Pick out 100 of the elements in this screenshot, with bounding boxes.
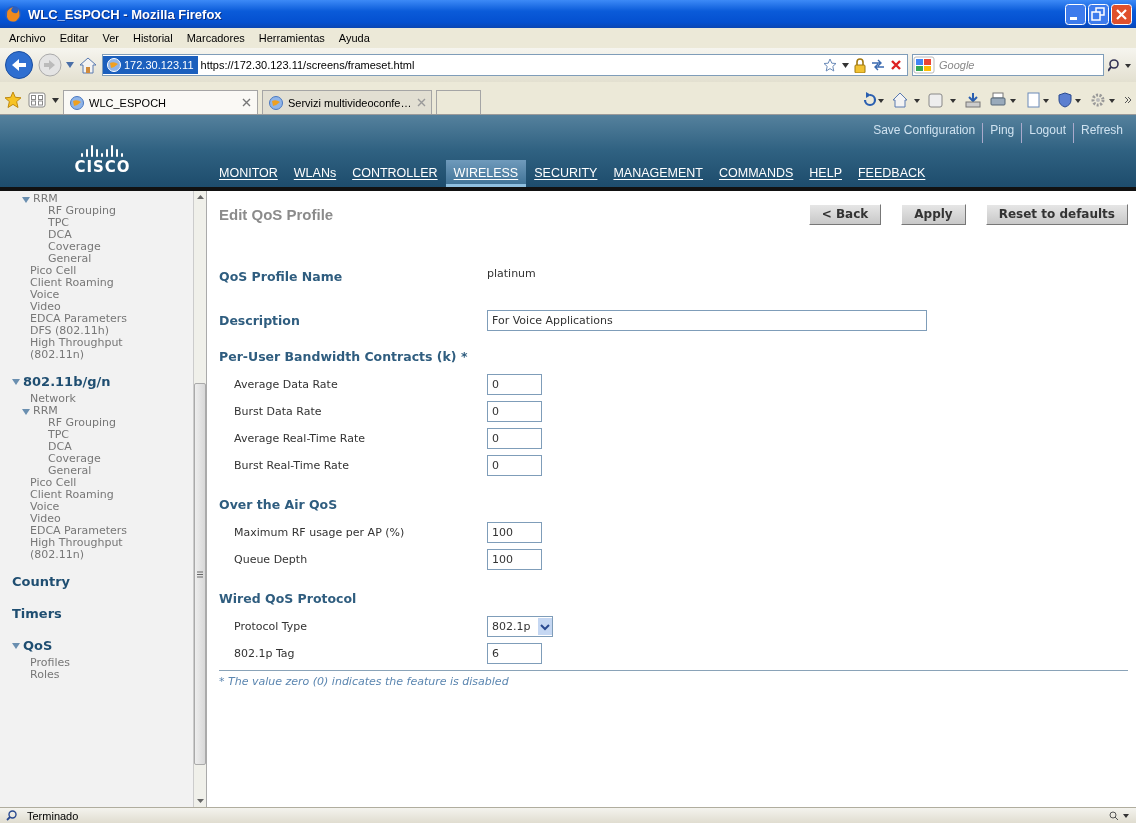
- section-heading: Over the Air QoS: [219, 496, 339, 514]
- input-field[interactable]: 6: [487, 643, 542, 664]
- sidebar-item[interactable]: Pico Cell: [30, 477, 77, 489]
- sidebar-section[interactable]: 802.11b/g/n: [23, 374, 111, 390]
- input-field[interactable]: 0: [487, 401, 542, 422]
- input-field[interactable]: 0: [487, 455, 542, 476]
- sidebar-item[interactable]: TPC: [48, 429, 70, 441]
- stop-icon[interactable]: [890, 59, 902, 71]
- sidebar-item[interactable]: Client Roaming: [30, 277, 114, 289]
- sidebar-item[interactable]: Profiles: [30, 657, 70, 669]
- maximize-icon[interactable]: [1088, 3, 1109, 25]
- expanded-arrow-icon[interactable]: [12, 642, 20, 650]
- menu-item[interactable]: Historial: [127, 31, 178, 45]
- search-field[interactable]: Google: [912, 54, 1104, 76]
- cisco-bars-icon: [79, 144, 126, 158]
- header-link[interactable]: Refresh: [1072, 123, 1130, 143]
- input-field[interactable]: 100: [487, 522, 542, 543]
- minimize-icon[interactable]: [1065, 3, 1086, 25]
- caret-icon[interactable]: [842, 62, 849, 68]
- sidebar-item[interactable]: High Throughput (802.11n): [30, 537, 155, 561]
- site-identity[interactable]: 172.30.123.11: [103, 56, 198, 74]
- nav-tab[interactable]: FEEDBACK: [850, 160, 934, 187]
- arrows-icon[interactable]: [871, 59, 885, 71]
- sidebar-item[interactable]: Pico Cell: [30, 265, 77, 277]
- scroll-up-icon[interactable]: [196, 195, 204, 199]
- sidebar-item[interactable]: RF Grouping: [48, 205, 116, 217]
- browser-tab[interactable]: WLC_ESPOCH: [63, 90, 258, 114]
- gear-icon[interactable]: [1090, 92, 1116, 108]
- nav-tab[interactable]: SECURITY: [526, 160, 606, 187]
- header-link[interactable]: Save Configuration: [866, 123, 983, 143]
- header-link[interactable]: Ping: [982, 123, 1022, 143]
- sidebar-section[interactable]: Country: [12, 574, 71, 590]
- close-icon[interactable]: [242, 98, 251, 107]
- print-icon[interactable]: [990, 92, 1018, 108]
- page-button[interactable]: < Back: [808, 203, 882, 225]
- sidebar-item[interactable]: DCA: [48, 441, 72, 453]
- back-icon[interactable]: [4, 50, 34, 80]
- sidebar-item[interactable]: Network: [30, 393, 76, 405]
- page-button[interactable]: Reset to defaults: [985, 203, 1128, 225]
- sidebar-item[interactable]: DFS (802.11h): [30, 325, 110, 337]
- overflow-icon[interactable]: [1124, 96, 1132, 104]
- menu-item[interactable]: Ver: [97, 31, 124, 45]
- sidebar-item[interactable]: Client Roaming: [30, 489, 114, 501]
- sidebar-item[interactable]: Video: [30, 301, 61, 313]
- input-field[interactable]: 0: [487, 428, 542, 449]
- caret-icon[interactable]: [52, 97, 59, 103]
- nav-tab[interactable]: CONTROLLER: [344, 160, 446, 187]
- menu-item[interactable]: Marcadores: [181, 31, 250, 45]
- nav-tab[interactable]: WLANs: [285, 160, 345, 187]
- sidebar-section[interactable]: Timers: [12, 606, 62, 622]
- expanded-arrow-icon[interactable]: [22, 196, 30, 204]
- protocol-dropdown[interactable]: 802.1p: [487, 616, 553, 637]
- nav-tab[interactable]: HELP: [801, 160, 850, 187]
- sidebar-item[interactable]: EDCA Parameters: [30, 525, 128, 537]
- page-icon[interactable]: [1026, 92, 1050, 108]
- nav-tab[interactable]: WIRELESS: [445, 160, 527, 187]
- status-icon[interactable]: [1108, 810, 1130, 821]
- header-link[interactable]: Logout: [1021, 123, 1073, 143]
- browser-tab[interactable]: Servizi multivideoconfe…: [262, 90, 432, 114]
- sidebar-item[interactable]: Roles: [30, 669, 60, 681]
- sidebar-item[interactable]: RRM: [33, 193, 58, 205]
- sidebar-item[interactable]: RRM: [33, 405, 58, 417]
- menu-item[interactable]: Archivo: [4, 31, 51, 45]
- reload-icon[interactable]: [862, 92, 884, 108]
- expanded-arrow-icon[interactable]: [12, 378, 20, 386]
- input-field[interactable]: 0: [487, 374, 542, 395]
- expanded-arrow-icon[interactable]: [22, 408, 30, 416]
- sidebar-section[interactable]: QoS: [23, 638, 53, 654]
- nav-tab[interactable]: COMMANDS: [711, 160, 802, 187]
- star-icon[interactable]: [823, 58, 837, 72]
- sidebar-item[interactable]: Coverage: [48, 241, 101, 253]
- sidebar-item[interactable]: Voice: [30, 289, 60, 301]
- input-field[interactable]: 100: [487, 549, 542, 570]
- shield-icon[interactable]: [1058, 92, 1082, 108]
- page-button[interactable]: Apply: [901, 203, 966, 225]
- sidebar-item[interactable]: Voice: [30, 501, 60, 513]
- menu-item[interactable]: Editar: [54, 31, 94, 45]
- scroll-down-icon[interactable]: [196, 799, 204, 803]
- description-field[interactable]: For Voice Applications: [487, 309, 927, 331]
- search-icon[interactable]: [1108, 58, 1132, 72]
- field-label: Burst Data Rate: [233, 405, 323, 418]
- bookmark-star-icon[interactable]: [4, 91, 22, 109]
- identity-text: 172.30.123.11: [124, 59, 194, 71]
- home-icon[interactable]: [892, 92, 920, 108]
- grid-icon[interactable]: [28, 92, 46, 108]
- scrollbar[interactable]: [193, 191, 207, 807]
- sidebar-item[interactable]: RF Grouping: [48, 417, 116, 429]
- sidebar-item[interactable]: Coverage: [48, 453, 101, 465]
- nav-tab[interactable]: MONITOR: [211, 160, 286, 187]
- sidebar-item[interactable]: DCA: [48, 229, 72, 241]
- sidebar-item[interactable]: General: [48, 253, 92, 265]
- address-field[interactable]: 172.30.123.11 https://172.30.123.11/screens/frameset.html: [102, 54, 908, 76]
- nav-tab[interactable]: MANAGEMENT: [605, 160, 711, 187]
- sidebar-item[interactable]: Video: [30, 513, 61, 525]
- sidebar-item[interactable]: High Throughput (802.11n): [30, 337, 155, 361]
- sidebar-item[interactable]: TPC: [48, 217, 70, 229]
- sidebar-item[interactable]: General: [48, 465, 92, 477]
- menu-item[interactable]: Ayuda: [333, 31, 375, 45]
- sidebar-item[interactable]: EDCA Parameters: [30, 313, 128, 325]
- menu-item[interactable]: Herramientas: [253, 31, 330, 45]
